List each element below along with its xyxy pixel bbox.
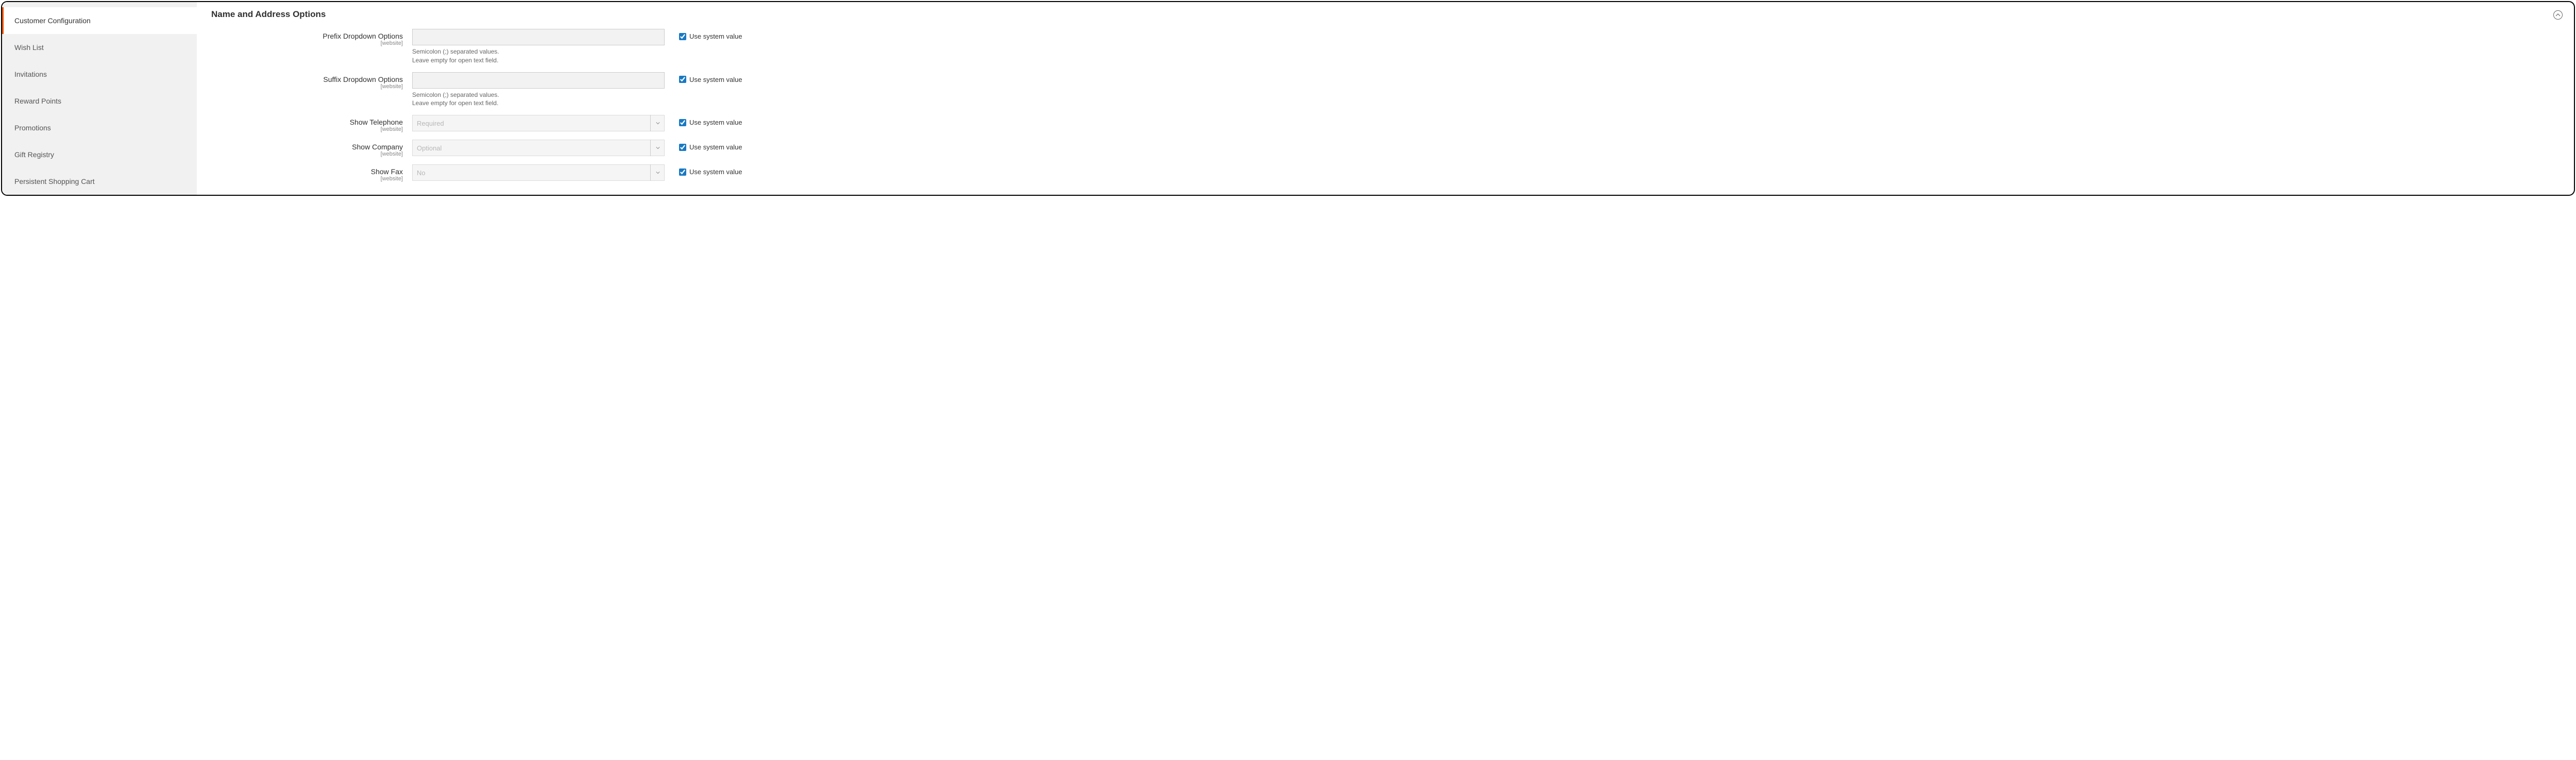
field-label: Show Telephone bbox=[350, 118, 403, 126]
sidebar-item-reward-points[interactable]: Reward Points bbox=[2, 88, 197, 114]
show-company-select[interactable]: Optional bbox=[412, 140, 665, 156]
main-panel: Name and Address Options Prefix Dropdown… bbox=[197, 2, 2574, 195]
show-telephone-select[interactable]: Required bbox=[412, 115, 665, 131]
field-hint: Leave empty for open text field. bbox=[412, 99, 665, 108]
use-system-value-label: Use system value bbox=[689, 119, 742, 126]
use-system-value-checkbox-suffix[interactable] bbox=[679, 76, 686, 83]
sidebar-item-promotions[interactable]: Promotions bbox=[2, 114, 197, 141]
field-row-prefix: Prefix Dropdown Options [website] Semico… bbox=[211, 29, 2560, 65]
field-row-fax: Show Fax [website] No bbox=[211, 164, 2560, 182]
use-system-value-checkbox-company[interactable] bbox=[679, 144, 686, 151]
use-system-value-checkbox-prefix[interactable] bbox=[679, 33, 686, 40]
field-hint: Leave empty for open text field. bbox=[412, 56, 665, 65]
use-system-value-label: Use system value bbox=[689, 168, 742, 176]
collapse-section-icon[interactable] bbox=[2553, 10, 2563, 20]
field-scope: [website] bbox=[211, 126, 403, 132]
field-scope: [website] bbox=[211, 83, 403, 90]
field-scope: [website] bbox=[211, 151, 403, 157]
sidebar-item-persistent-shopping-cart[interactable]: Persistent Shopping Cart bbox=[2, 168, 197, 195]
field-row-suffix: Suffix Dropdown Options [website] Semico… bbox=[211, 72, 2560, 108]
field-hint: Semicolon (;) separated values. bbox=[412, 91, 665, 99]
sidebar-item-gift-registry[interactable]: Gift Registry bbox=[2, 141, 197, 168]
use-system-value-label: Use system value bbox=[689, 76, 742, 83]
field-scope: [website] bbox=[211, 176, 403, 182]
show-fax-select[interactable]: No bbox=[412, 164, 665, 181]
field-label: Show Fax bbox=[371, 167, 403, 176]
use-system-value-label: Use system value bbox=[689, 143, 742, 151]
sidebar-item-wish-list[interactable]: Wish List bbox=[2, 34, 197, 61]
sidebar-item-label: Invitations bbox=[14, 70, 47, 78]
field-row-telephone: Show Telephone [website] Required bbox=[211, 115, 2560, 132]
use-system-value-checkbox-fax[interactable] bbox=[679, 168, 686, 176]
chevron-up-icon bbox=[2555, 12, 2561, 18]
prefix-dropdown-options-input[interactable] bbox=[412, 29, 665, 45]
sidebar-item-label: Persistent Shopping Cart bbox=[14, 177, 95, 185]
suffix-dropdown-options-input[interactable] bbox=[412, 72, 665, 89]
sidebar-item-label: Promotions bbox=[14, 124, 51, 132]
field-scope: [website] bbox=[211, 40, 403, 46]
use-system-value-checkbox-telephone[interactable] bbox=[679, 119, 686, 126]
sidebar-item-label: Wish List bbox=[14, 43, 44, 52]
sidebar-item-invitations[interactable]: Invitations bbox=[2, 61, 197, 88]
field-label: Prefix Dropdown Options bbox=[323, 32, 403, 40]
sidebar-item-label: Customer Configuration bbox=[14, 16, 91, 25]
field-label: Show Company bbox=[352, 143, 403, 151]
field-hint: Semicolon (;) separated values. bbox=[412, 47, 665, 56]
field-row-company: Show Company [website] Optional bbox=[211, 140, 2560, 157]
config-sidebar: Customer Configuration Wish List Invitat… bbox=[2, 2, 197, 195]
sidebar-item-label: Gift Registry bbox=[14, 150, 54, 159]
sidebar-item-label: Reward Points bbox=[14, 97, 61, 105]
sidebar-item-customer-configuration[interactable]: Customer Configuration bbox=[2, 7, 197, 34]
use-system-value-label: Use system value bbox=[689, 32, 742, 40]
section-title: Name and Address Options bbox=[197, 2, 2574, 29]
field-label: Suffix Dropdown Options bbox=[323, 75, 403, 83]
